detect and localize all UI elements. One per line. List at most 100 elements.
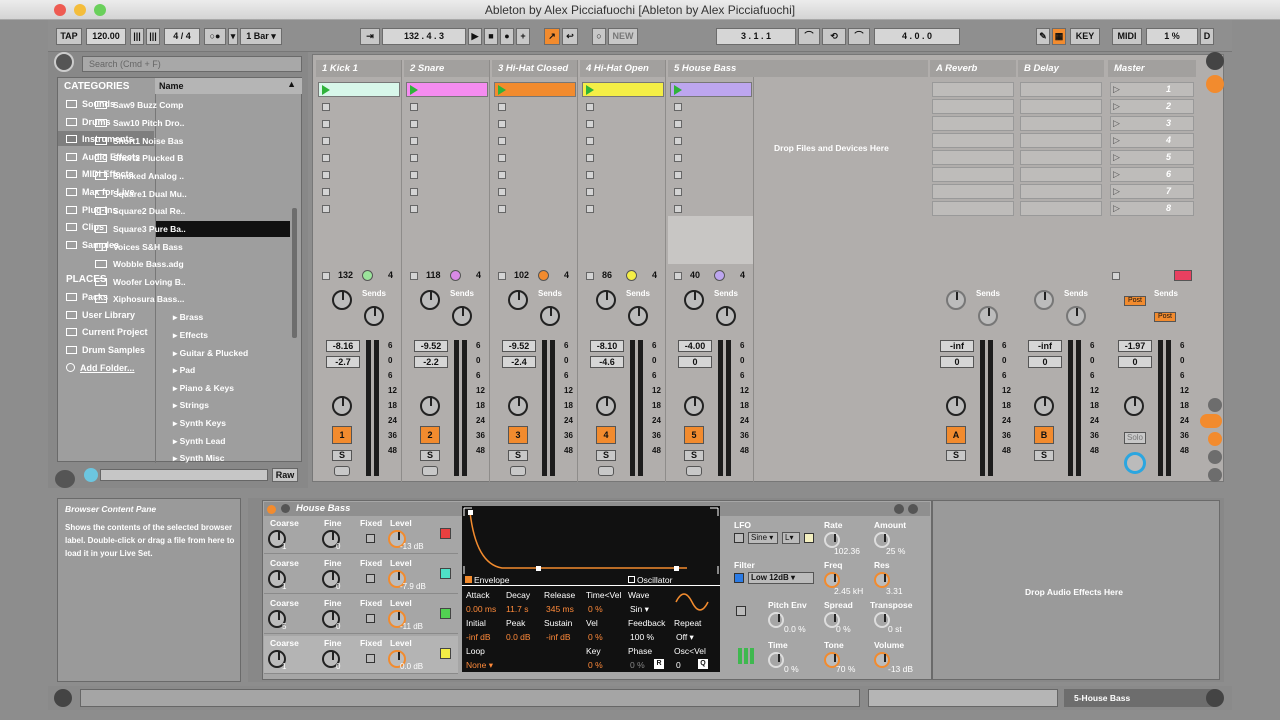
sustain-value[interactable]: -inf dB bbox=[546, 632, 571, 642]
file-item[interactable]: Smoked Analog .. bbox=[95, 171, 184, 181]
back-to-arrangement-icon[interactable]: ↩ bbox=[562, 28, 578, 45]
device-fold-icon[interactable] bbox=[281, 504, 290, 513]
phase-value[interactable]: 0 % bbox=[630, 660, 645, 670]
filter-toggle[interactable] bbox=[734, 573, 744, 583]
oscillator-select-button[interactable] bbox=[440, 568, 451, 579]
key-value[interactable]: 0 % bbox=[588, 660, 603, 670]
loop-switch-icon[interactable]: ⟲ bbox=[822, 28, 846, 45]
device-hotswap-icon[interactable] bbox=[894, 504, 904, 514]
file-item[interactable]: Saw10 Pitch Dro.. bbox=[95, 118, 184, 128]
file-item[interactable]: Square1 Dual Mu.. bbox=[95, 189, 187, 199]
file-item-selected[interactable]: Square3 Pure Ba.. bbox=[95, 224, 186, 234]
tempo-field[interactable]: 120.00 bbox=[86, 28, 126, 45]
raw-toggle[interactable]: Raw bbox=[272, 468, 298, 482]
file-item[interactable]: Wobble Bass.adg bbox=[95, 259, 184, 269]
oscillator-tab[interactable]: Oscillator bbox=[637, 575, 672, 585]
stop-icon[interactable]: ■ bbox=[484, 28, 498, 45]
midi-map-button[interactable]: MIDI bbox=[1112, 28, 1142, 45]
folder-item[interactable]: ▸ Synth Misc bbox=[173, 453, 225, 464]
time-knob[interactable] bbox=[768, 652, 784, 668]
repeat-menu[interactable]: Off ▾ bbox=[676, 632, 694, 643]
tap-button[interactable]: TAP bbox=[56, 28, 82, 45]
fixed-toggle[interactable] bbox=[366, 534, 375, 543]
place-current-project[interactable]: Current Project bbox=[66, 327, 148, 337]
lfo-wave-menu[interactable]: Sine ▾ bbox=[748, 532, 778, 544]
folder-item[interactable]: ▸ Synth Keys bbox=[173, 418, 226, 429]
oscillator-tab-icon[interactable] bbox=[628, 576, 635, 583]
browser-toggle-icon[interactable] bbox=[54, 52, 74, 72]
key-map-button[interactable]: KEY bbox=[1070, 28, 1100, 45]
vel-value[interactable]: 0 % bbox=[588, 632, 603, 642]
file-item[interactable]: Xiphosura Bass... bbox=[95, 294, 184, 304]
crossfader-toggle-icon[interactable] bbox=[1208, 450, 1222, 464]
preview-icon[interactable] bbox=[84, 468, 98, 482]
session-record-icon[interactable]: ○ bbox=[592, 28, 606, 45]
record-icon[interactable]: ● bbox=[500, 28, 514, 45]
automation-arm-icon[interactable]: ↗ bbox=[544, 28, 560, 45]
play-icon[interactable]: ▶ bbox=[468, 28, 482, 45]
audio-effects-drop-zone[interactable]: Drop Audio Effects Here bbox=[932, 500, 1220, 680]
loop-start-field[interactable]: 3 . 1 . 1 bbox=[716, 28, 796, 45]
osc-vel-quantize-button[interactable]: Q bbox=[698, 659, 708, 669]
file-item[interactable]: Short1 Noise Bas bbox=[95, 136, 183, 146]
peak-value[interactable]: 0.0 dB bbox=[506, 632, 531, 642]
release-value[interactable]: 345 ms bbox=[546, 604, 574, 614]
lfo-retrigger-toggle[interactable] bbox=[804, 533, 814, 543]
decay-value[interactable]: 11.7 s bbox=[506, 604, 529, 614]
lfo-toggle[interactable] bbox=[734, 533, 744, 543]
folder-item[interactable]: ▸ Effects bbox=[173, 330, 208, 341]
envelope-tab[interactable]: Envelope bbox=[474, 575, 509, 585]
zoom-window-button[interactable] bbox=[94, 4, 106, 16]
fixed-toggle[interactable] bbox=[366, 614, 375, 623]
folder-item[interactable]: ▸ Pad bbox=[173, 365, 195, 376]
oscillator-select-button[interactable] bbox=[440, 608, 451, 619]
metronome-button[interactable]: ○● bbox=[204, 28, 226, 45]
metro-menu-icon[interactable]: ▾ bbox=[228, 28, 238, 45]
time-signature-field[interactable]: 4 / 4 bbox=[164, 28, 200, 45]
add-folder-link[interactable]: Add Folder... bbox=[66, 363, 135, 373]
folder-item[interactable]: ▸ Brass bbox=[173, 312, 203, 323]
groove-pool-icon[interactable] bbox=[55, 470, 75, 488]
pitch-env-toggle[interactable] bbox=[736, 606, 746, 616]
envelope-tab-icon[interactable] bbox=[465, 576, 472, 583]
device-on-icon[interactable] bbox=[267, 505, 276, 514]
initial-value[interactable]: -inf dB bbox=[466, 632, 491, 642]
folder-item[interactable]: ▸ Synth Lead bbox=[173, 436, 225, 447]
file-item[interactable]: Saw9 Buzz Comp bbox=[95, 100, 183, 110]
nudge-down-icon[interactable]: ||| bbox=[130, 28, 144, 45]
folder-item[interactable]: ▸ Guitar & Plucked bbox=[173, 348, 248, 359]
folder-item[interactable]: ▸ Piano & Keys bbox=[173, 383, 234, 394]
punch-out-icon[interactable]: ⌒ bbox=[848, 28, 870, 45]
envelope-graph[interactable] bbox=[462, 506, 720, 576]
new-button[interactable]: NEW bbox=[608, 28, 638, 45]
oscillator-select-button[interactable] bbox=[440, 648, 451, 659]
folder-item[interactable]: ▸ Strings bbox=[173, 400, 209, 411]
sends-toggle-icon[interactable] bbox=[1200, 414, 1222, 428]
time-vel-value[interactable]: 0 % bbox=[588, 604, 603, 614]
file-item[interactable]: Short2 Plucked B bbox=[95, 153, 183, 163]
osc-vel-value[interactable]: 0 bbox=[676, 660, 681, 670]
follow-icon[interactable]: ⇥ bbox=[360, 28, 380, 45]
draw-mode-icon[interactable]: ✎ bbox=[1036, 28, 1050, 45]
browser-scrollbar[interactable] bbox=[292, 208, 297, 338]
wave-menu[interactable]: Sin ▾ bbox=[630, 604, 649, 615]
fixed-toggle[interactable] bbox=[366, 574, 375, 583]
minimize-window-button[interactable] bbox=[74, 4, 86, 16]
name-column-header[interactable]: Name ▲ bbox=[155, 78, 302, 94]
attack-value[interactable]: 0.00 ms bbox=[466, 604, 496, 614]
file-item[interactable]: Voices S&H Bass bbox=[95, 242, 183, 252]
add-icon[interactable]: + bbox=[516, 28, 530, 45]
fixed-toggle[interactable] bbox=[366, 654, 375, 663]
place-drum-samples[interactable]: Drum Samples bbox=[66, 345, 145, 355]
place-user-library[interactable]: User Library bbox=[66, 310, 135, 320]
selected-track-indicator[interactable]: 5-House Bass bbox=[1064, 689, 1214, 707]
file-item[interactable]: Woofer Loving B.. bbox=[95, 277, 186, 287]
returns-toggle-icon[interactable] bbox=[1208, 432, 1222, 446]
filter-type-menu[interactable]: Low 12dB ▾ bbox=[748, 572, 814, 584]
file-item[interactable]: Square2 Dual Re.. bbox=[95, 206, 185, 216]
feedback-value[interactable]: 100 % bbox=[630, 632, 654, 642]
loop-menu[interactable]: None ▾ bbox=[466, 660, 493, 671]
nudge-up-icon[interactable]: ||| bbox=[146, 28, 160, 45]
lfo-range-menu[interactable]: L▾ bbox=[782, 532, 800, 544]
computer-midi-keyboard-icon[interactable]: ▦ bbox=[1052, 28, 1066, 45]
